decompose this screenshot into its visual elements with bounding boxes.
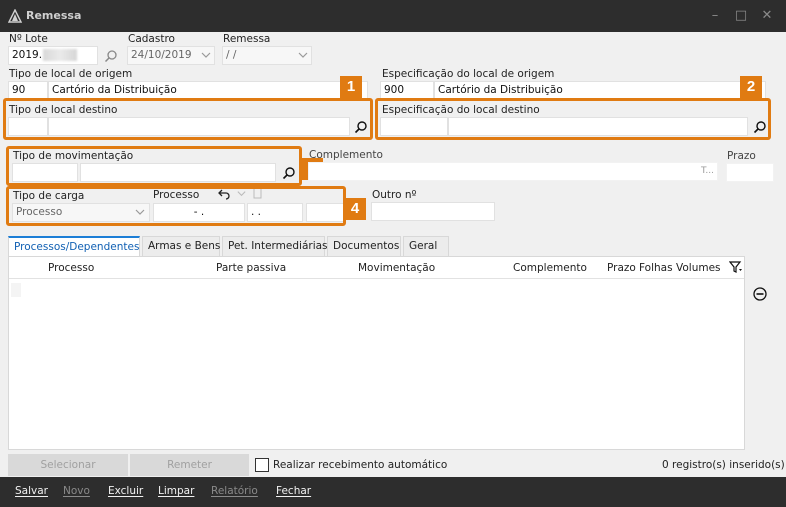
col-parte-passiva[interactable]: Parte passiva <box>216 262 286 274</box>
fechar-menu[interactable]: Fechar <box>276 485 311 497</box>
auto-receive-checkbox[interactable] <box>255 458 269 472</box>
tab-armas-bens[interactable]: Armas e Bens <box>142 236 220 256</box>
callout-box-2 <box>375 98 771 140</box>
auto-receive-label: Realizar recebimento automático <box>273 459 448 471</box>
limpar-menu[interactable]: Limpar <box>158 485 194 497</box>
complemento-field[interactable] <box>308 162 718 181</box>
callout-box-3 <box>6 146 302 186</box>
novo-menu[interactable]: Novo <box>63 485 90 497</box>
col-volumes[interactable]: Volumes <box>676 262 721 274</box>
col-complemento[interactable]: Complemento <box>513 262 587 274</box>
callout-box-1 <box>3 98 373 140</box>
window-title: Remessa <box>26 9 82 22</box>
chevron-down-icon[interactable] <box>200 49 212 61</box>
app-logo-icon <box>7 8 23 23</box>
remove-circle-icon[interactable] <box>753 287 767 301</box>
lote-field[interactable]: 2019. <box>8 46 98 65</box>
origem-esp-label: Especificação do local de origem <box>382 68 555 80</box>
filter-icon[interactable] <box>729 260 743 274</box>
selecionar-button[interactable]: Selecionar <box>8 454 128 476</box>
processos-grid[interactable]: Processo Parte passiva Movimentação Comp… <box>8 256 745 450</box>
minimize-button[interactable]: – <box>705 6 725 26</box>
tab-geral[interactable]: Geral <box>403 236 449 256</box>
chevron-down-icon[interactable] <box>297 49 309 61</box>
callout-badge-2: 2 <box>740 76 762 98</box>
outro-field[interactable] <box>371 202 495 221</box>
col-folhas[interactable]: Folhas <box>639 262 673 274</box>
outro-label: Outro nº <box>372 189 417 201</box>
col-processo[interactable]: Processo <box>48 262 94 274</box>
title-bar: Remessa – □ ✕ <box>0 0 786 32</box>
remessa-form: Nº Lote 2019. Cadastro 24/10/2019 Remess… <box>0 32 786 453</box>
excluir-menu[interactable]: Excluir <box>108 485 143 497</box>
prazo-label: Prazo <box>727 150 756 162</box>
complemento-type-suffix[interactable]: T... <box>701 166 714 176</box>
remeter-button[interactable]: Remeter <box>130 454 249 476</box>
close-button[interactable]: ✕ <box>757 6 777 26</box>
origem-tipo-label: Tipo de local de origem <box>9 68 133 80</box>
grid-header: Processo Parte passiva Movimentação Comp… <box>9 257 744 279</box>
registros-count: 0 registro(s) inserido(s) <box>662 459 785 471</box>
tab-documentos[interactable]: Documentos <box>327 236 401 256</box>
grid-row-indicator <box>11 283 21 297</box>
callout-badge-1: 1 <box>340 76 362 98</box>
callout-box-4 <box>6 186 346 226</box>
callout-badge-4: 4 <box>344 198 366 220</box>
complemento-label: Complemento <box>309 149 383 161</box>
col-movimentacao[interactable]: Movimentação <box>358 262 435 274</box>
remessa-label: Remessa <box>223 33 271 45</box>
tab-processos-dependentes[interactable]: Processos/Dependentes <box>8 236 140 256</box>
prazo-field[interactable] <box>726 163 774 182</box>
maximize-button[interactable]: □ <box>731 6 751 26</box>
relatorio-menu[interactable]: Relatório <box>211 485 258 497</box>
salvar-menu[interactable]: Salvar <box>15 485 48 497</box>
bottom-menu-bar: Salvar Novo Excluir Limpar Relatório Fec… <box>0 477 786 507</box>
col-prazo[interactable]: Prazo <box>607 262 636 274</box>
lote-label: Nº Lote <box>9 33 48 45</box>
search-icon[interactable] <box>104 49 118 63</box>
cadastro-label: Cadastro <box>128 33 175 45</box>
tab-pet-intermediarias[interactable]: Pet. Intermediárias <box>222 236 328 256</box>
